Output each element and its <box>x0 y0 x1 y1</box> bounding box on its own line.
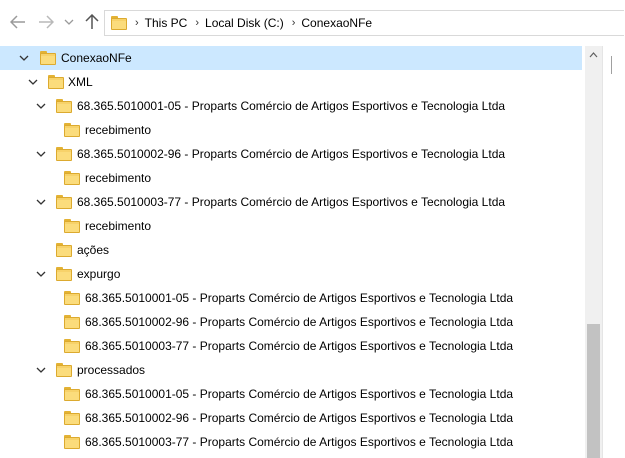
chevron-down-icon[interactable] <box>36 365 46 375</box>
breadcrumb-this-pc[interactable]: This PC <box>145 16 188 30</box>
tree-item-recebimento[interactable]: recebimento <box>0 166 582 190</box>
folder-icon <box>56 243 72 257</box>
tree-item-label: 68.365.5010003-77 - Proparts Comércio de… <box>85 339 514 353</box>
folder-icon <box>56 363 72 377</box>
tree-item-company-0003[interactable]: 68.365.5010003-77 - Proparts Comércio de… <box>0 190 582 214</box>
chevron-down-icon[interactable] <box>19 53 29 63</box>
folder-icon <box>40 51 56 65</box>
tree-item-label: 68.365.5010003-77 - Proparts Comércio de… <box>85 435 514 449</box>
breadcrumb-separator-icon[interactable]: › <box>195 17 199 29</box>
folder-icon <box>64 411 80 425</box>
tree-item-processados-company-0002[interactable]: 68.365.5010002-96 - Proparts Comércio de… <box>0 406 582 430</box>
folder-icon <box>64 123 80 137</box>
chevron-down-icon[interactable] <box>36 149 46 159</box>
recent-locations-button[interactable] <box>63 13 75 31</box>
tree-item-label: processados <box>77 363 146 377</box>
folder-icon <box>64 339 80 353</box>
tree-item-label: ações <box>77 243 110 257</box>
back-button[interactable] <box>9 13 27 31</box>
folder-icon <box>56 147 72 161</box>
tree-item-conexaonfe[interactable]: ConexaoNFe <box>0 46 582 70</box>
breadcrumb-separator-icon[interactable]: › <box>292 17 296 29</box>
tree-item-label: recebimento <box>85 171 152 185</box>
chevron-down-icon[interactable] <box>36 197 46 207</box>
folder-icon <box>64 219 80 233</box>
tree-item-processados[interactable]: processados <box>0 358 582 382</box>
tree-item-label: ConexaoNFe <box>61 51 132 65</box>
navigation-pane-tree: ConexaoNFe XML 68.365.5010001-05 - Propa… <box>0 46 585 458</box>
folder-icon <box>56 99 72 113</box>
breadcrumb-conexaonfe[interactable]: ConexaoNFe <box>301 16 372 30</box>
tree-item-xml[interactable]: XML <box>0 70 582 94</box>
address-bar[interactable]: › This PC › Local Disk (C:) › ConexaoNFe <box>104 10 624 36</box>
tree-item-label: 68.365.5010001-05 - Proparts Comércio de… <box>77 99 506 113</box>
tree-item-recebimento[interactable]: recebimento <box>0 118 582 142</box>
tree-item-label: 68.365.5010003-77 - Proparts Comércio de… <box>77 195 506 209</box>
forward-button[interactable] <box>37 13 55 31</box>
folder-icon <box>56 195 72 209</box>
folder-icon <box>64 315 80 329</box>
tree-item-processados-company-0001[interactable]: 68.365.5010001-05 - Proparts Comércio de… <box>0 382 582 406</box>
tree-item-label: recebimento <box>85 219 152 233</box>
tree-item-label: XML <box>68 75 93 89</box>
tree-item-expurgo-company-0001[interactable]: 68.365.5010001-05 - Proparts Comércio de… <box>0 286 582 310</box>
back-arrow-icon <box>10 15 25 29</box>
tree-item-processados-company-0003[interactable]: 68.365.5010003-77 - Proparts Comércio de… <box>0 430 582 454</box>
navigation-bar: › This PC › Local Disk (C:) › ConexaoNFe <box>0 0 625 46</box>
breadcrumb-local-disk[interactable]: Local Disk (C:) <box>205 16 284 30</box>
tree-item-company-0001[interactable]: 68.365.5010001-05 - Proparts Comércio de… <box>0 94 582 118</box>
up-arrow-icon <box>85 14 99 29</box>
tree-item-label: 68.365.5010001-05 - Proparts Comércio de… <box>85 291 514 305</box>
content-pane <box>603 46 625 458</box>
vertical-scrollbar[interactable] <box>585 46 602 458</box>
tree-item-label: expurgo <box>77 267 121 281</box>
chevron-down-icon[interactable] <box>28 77 38 87</box>
tree-item-label: 68.365.5010002-96 - Proparts Comércio de… <box>85 315 514 329</box>
folder-icon <box>111 16 127 30</box>
folder-icon <box>64 387 80 401</box>
column-separator <box>611 56 612 74</box>
chevron-down-icon <box>64 19 74 25</box>
folder-icon <box>64 171 80 185</box>
forward-arrow-icon <box>39 15 54 29</box>
folder-icon <box>56 267 72 281</box>
tree-item-label: 68.365.5010002-96 - Proparts Comércio de… <box>77 147 506 161</box>
tree-item-label: 68.365.5010002-96 - Proparts Comércio de… <box>85 411 514 425</box>
tree-item-label: recebimento <box>85 123 152 137</box>
breadcrumb-separator-icon[interactable]: › <box>135 17 139 29</box>
scroll-up-arrow-icon[interactable] <box>589 52 598 58</box>
tree-item-expurgo[interactable]: expurgo <box>0 262 582 286</box>
tree-item-acoes[interactable]: ações <box>0 238 582 262</box>
folder-icon <box>64 435 80 449</box>
tree-item-expurgo-company-0002[interactable]: 68.365.5010002-96 - Proparts Comércio de… <box>0 310 582 334</box>
tree-item-recebimento[interactable]: recebimento <box>0 214 582 238</box>
tree-item-expurgo-company-0003[interactable]: 68.365.5010003-77 - Proparts Comércio de… <box>0 334 582 358</box>
scrollbar-thumb[interactable] <box>587 324 600 458</box>
up-button[interactable] <box>83 13 101 31</box>
tree-item-label: 68.365.5010001-05 - Proparts Comércio de… <box>85 387 514 401</box>
chevron-down-icon[interactable] <box>36 101 46 111</box>
folder-icon <box>64 291 80 305</box>
folder-icon <box>48 75 64 89</box>
chevron-down-icon[interactable] <box>36 269 46 279</box>
tree-item-company-0002[interactable]: 68.365.5010002-96 - Proparts Comércio de… <box>0 142 582 166</box>
